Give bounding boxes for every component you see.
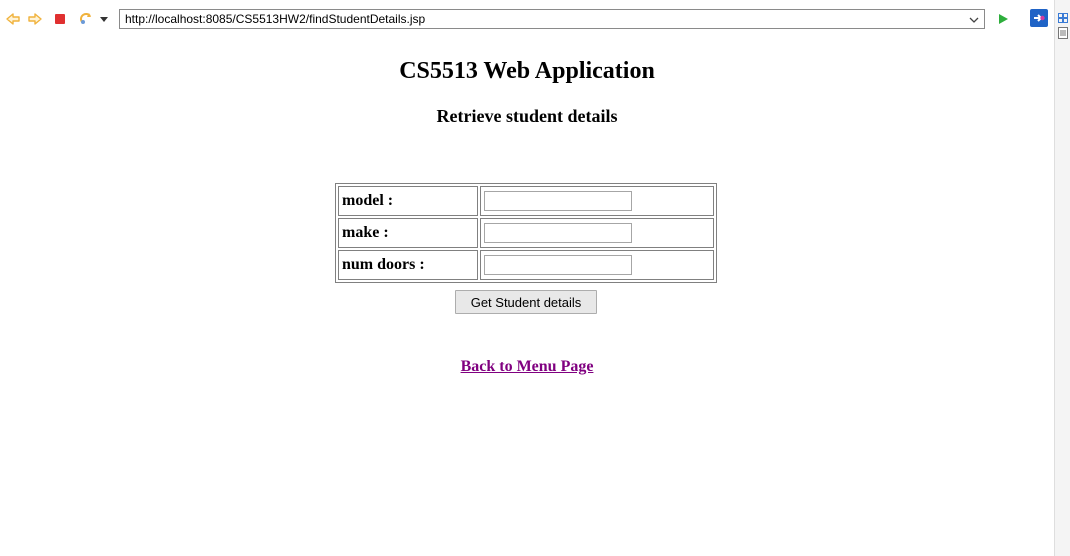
forward-arrow-icon[interactable] [27, 11, 43, 27]
side-panel-strip [1054, 0, 1070, 556]
url-text[interactable]: http://localhost:8085/CS5513HW2/findStud… [125, 12, 425, 26]
model-input[interactable] [484, 191, 632, 211]
url-bar[interactable]: http://localhost:8085/CS5513HW2/findStud… [119, 9, 985, 29]
url-dropdown-icon[interactable] [968, 13, 980, 25]
back-link-container: Back to Menu Page [0, 358, 1054, 376]
get-student-details-button[interactable]: Get Student details [455, 290, 597, 314]
dropdown-arrow-icon[interactable] [96, 11, 112, 27]
form-row-make: make : [338, 218, 714, 248]
panel-document-icon[interactable] [1058, 26, 1068, 44]
open-external-browser-icon[interactable] [1030, 9, 1048, 27]
go-icon[interactable] [995, 11, 1011, 27]
stop-icon[interactable] [52, 11, 68, 27]
make-label: make : [338, 218, 478, 248]
student-details-form: model : make : num doors : [335, 183, 717, 283]
back-to-menu-link[interactable]: Back to Menu Page [461, 358, 594, 375]
form-row-model: model : [338, 186, 714, 216]
browser-toolbar: http://localhost:8085/CS5513HW2/findStud… [0, 0, 1054, 38]
make-input[interactable] [484, 223, 632, 243]
model-input-cell [480, 186, 714, 216]
make-input-cell [480, 218, 714, 248]
back-arrow-icon[interactable] [5, 11, 21, 27]
page-subtitle: Retrieve student details [436, 106, 618, 126]
refresh-icon[interactable] [78, 11, 94, 27]
num-doors-input[interactable] [484, 255, 632, 275]
form-row-num-doors: num doors : [338, 250, 714, 280]
model-label: model : [338, 186, 478, 216]
num-doors-input-cell [480, 250, 714, 280]
page-title: CS5513 Web Application [399, 58, 655, 84]
num-doors-label: num doors : [338, 250, 478, 280]
